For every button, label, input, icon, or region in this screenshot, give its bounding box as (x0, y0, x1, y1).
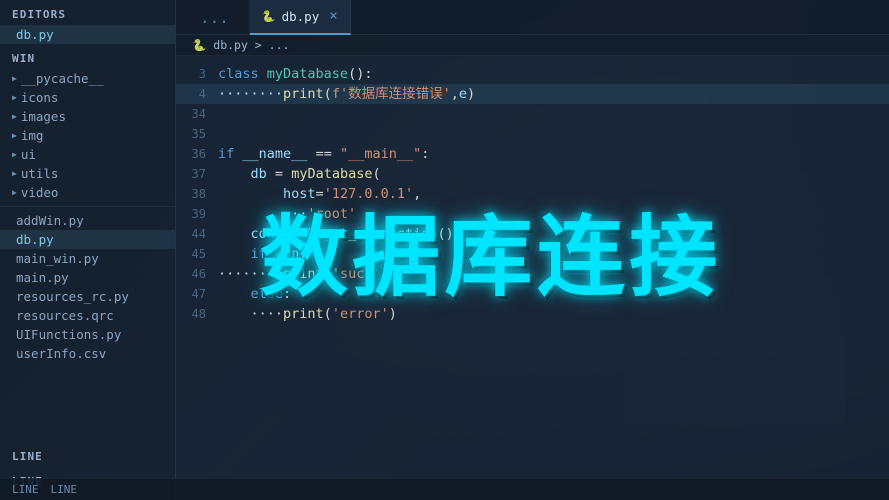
sidebar-file-userinfo[interactable]: userInfo.csv (0, 344, 175, 363)
sidebar-folder-img[interactable]: ▶ img (0, 126, 175, 145)
win-section-header: WIN (0, 44, 175, 69)
sidebar-folder-pycache[interactable]: ▶ __pycache__ (0, 69, 175, 88)
tab-label: db.py (282, 9, 320, 24)
line-content: ········print(f'数据库连接错误',e) (218, 84, 889, 104)
line-number: 45 (176, 244, 218, 264)
sidebar-status-line1: LINE (0, 442, 175, 467)
sidebar-folder-video[interactable]: ▶ video (0, 183, 175, 202)
line-number: 35 (176, 124, 218, 144)
code-line-35: 35 (176, 124, 889, 144)
code-lines: 3 class myDatabase(): 4 ········print(f'… (176, 56, 889, 332)
code-line-4: 4 ········print(f'数据库连接错误',e) (176, 84, 889, 104)
sidebar-divider (0, 206, 175, 207)
code-area[interactable]: 3 class myDatabase(): 4 ········print(f'… (176, 56, 889, 500)
status-encoding: LINE (51, 483, 78, 496)
folder-arrow-icon: ▶ (12, 150, 17, 159)
line-content (218, 104, 889, 124)
line-content: ········print('succ') (218, 264, 889, 284)
folder-arrow-icon: ▶ (12, 131, 17, 140)
folder-arrow-icon: ▶ (12, 188, 17, 197)
sidebar-folder-icons[interactable]: ▶ icons (0, 88, 175, 107)
sidebar-folder-images[interactable]: ▶ images (0, 107, 175, 126)
tab-db-py[interactable]: 🐍 db.py × (250, 0, 351, 35)
sidebar-file-mainwin[interactable]: main_win.py (0, 249, 175, 268)
line-number: 46 (176, 264, 218, 284)
line-content: ···'root' (218, 204, 889, 224)
python-file-icon: 🐍 (262, 10, 276, 23)
breadcrumb-path: db.py > ... (213, 38, 289, 52)
folder-arrow-icon: ▶ (12, 169, 17, 178)
code-line-46: 46 ········print('succ') (176, 264, 889, 284)
folder-arrow-icon: ▶ (12, 93, 17, 102)
line-content: if __name__ == "__main__": (218, 144, 889, 164)
line-number: 36 (176, 144, 218, 164)
code-line-44: 44 con = db.get_connection(); (176, 224, 889, 244)
line-number: 34 (176, 104, 218, 124)
line-number: 47 (176, 284, 218, 304)
folder-label: icons (21, 90, 59, 105)
code-line-45: 45 if con: (176, 244, 889, 264)
status-left: LINE LINE (12, 483, 77, 496)
code-line-48: 48 ····print('error') (176, 304, 889, 324)
line-content: ····print('error') (218, 304, 889, 324)
sidebar-folder-utils[interactable]: ▶ utils (0, 164, 175, 183)
sidebar-file-uifunctions[interactable]: UIFunctions.py (0, 325, 175, 344)
code-line-38: 38 host='127.0.0.1', (176, 184, 889, 204)
line-number: 4 (176, 84, 218, 104)
line-content: else: (218, 284, 889, 304)
code-line-34: 34 (176, 104, 889, 124)
status-line-col: LINE (12, 483, 39, 496)
code-line-47: 47 else: (176, 284, 889, 304)
sidebar-file-resources-rc[interactable]: resources_rc.py (0, 287, 175, 306)
folder-label: img (21, 128, 44, 143)
line-content: class myDatabase(): (218, 64, 889, 84)
folder-label: images (21, 109, 66, 124)
editor-main: ... 🐍 db.py × 🐍 db.py > ... 3 class myDa… (176, 0, 889, 500)
sidebar-file-main[interactable]: main.py (0, 268, 175, 287)
line-number: 3 (176, 64, 218, 84)
line-content (218, 124, 889, 144)
line-number: 38 (176, 184, 218, 204)
status-bar: LINE LINE (0, 478, 889, 500)
editor-container: EDITORS db.py WIN ▶ __pycache__ ▶ icons … (0, 0, 889, 500)
line-number: 44 (176, 224, 218, 244)
line-number: 37 (176, 164, 218, 184)
code-line-36: 36 if __name__ == "__main__": (176, 144, 889, 164)
sidebar: EDITORS db.py WIN ▶ __pycache__ ▶ icons … (0, 0, 176, 500)
line-content: if con: (218, 244, 889, 264)
sidebar-file-db[interactable]: db.py (0, 230, 175, 249)
folder-label: __pycache__ (21, 71, 104, 86)
line-number: 48 (176, 304, 218, 324)
folder-label: video (21, 185, 59, 200)
tab-inactive[interactable]: ... (180, 0, 250, 35)
folder-arrow-icon: ▶ (12, 112, 17, 121)
sidebar-folder-ui[interactable]: ▶ ui (0, 145, 175, 164)
folder-arrow-icon: ▶ (12, 74, 17, 83)
code-line-39: 39 ···'root' (176, 204, 889, 224)
sidebar-file-resources-qrc[interactable]: resources.qrc (0, 306, 175, 325)
line-number: 39 (176, 204, 218, 224)
tab-close-icon[interactable]: × (329, 9, 337, 23)
line-content: host='127.0.0.1', (218, 184, 889, 204)
folder-label: ui (21, 147, 36, 162)
tab-dots-icon: ... (192, 8, 237, 27)
tab-bar: ... 🐍 db.py × (176, 0, 889, 35)
folder-label: utils (21, 166, 59, 181)
code-line-37: 37 db = myDatabase( (176, 164, 889, 184)
breadcrumb: 🐍 db.py > ... (176, 35, 889, 56)
sidebar-active-file[interactable]: db.py (0, 25, 175, 44)
breadcrumb-python-icon: 🐍 (192, 38, 206, 52)
sidebar-file-addwin[interactable]: addWin.py (0, 211, 175, 230)
code-line-3: 3 class myDatabase(): (176, 64, 889, 84)
line-content: con = db.get_connection(); (218, 224, 889, 244)
line-content: db = myDatabase( (218, 164, 889, 184)
editors-section-header: EDITORS (0, 0, 175, 25)
